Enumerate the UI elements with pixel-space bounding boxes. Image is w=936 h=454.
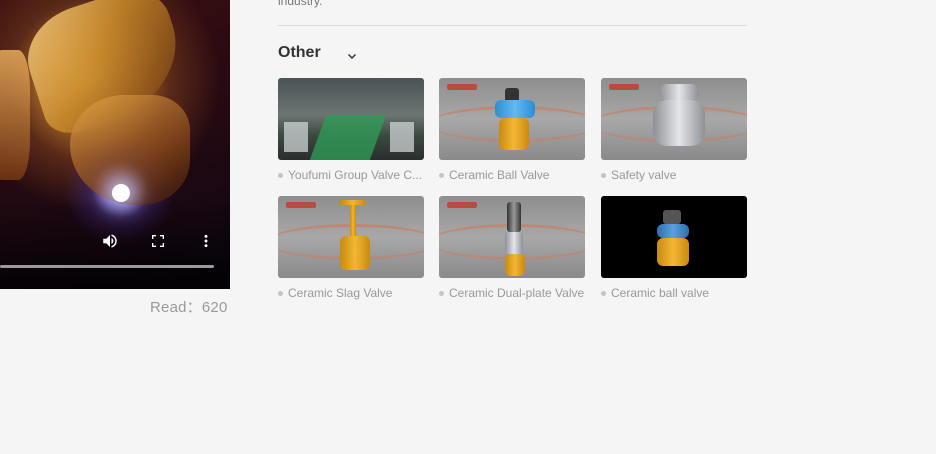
video-frame-art	[70, 95, 190, 205]
product-thumbnail[interactable]	[439, 196, 585, 278]
product-card[interactable]: Safety valve	[601, 78, 747, 182]
bullet-icon	[439, 172, 444, 178]
bullet-icon	[439, 290, 444, 296]
video-frame-art	[0, 50, 30, 180]
product-thumbnail[interactable]	[601, 78, 747, 160]
product-caption[interactable]: Youfumi Group Valve C...	[278, 168, 424, 182]
product-caption[interactable]: Ceramic Dual-plate Valve	[439, 286, 585, 300]
product-thumbnail[interactable]	[601, 196, 747, 278]
more-options-icon[interactable]	[197, 232, 215, 250]
product-card[interactable]: Ceramic ball valve	[601, 196, 747, 300]
fullscreen-icon[interactable]	[149, 232, 167, 250]
volume-icon[interactable]	[101, 232, 119, 250]
product-card[interactable]: Ceramic Ball Valve	[439, 78, 585, 182]
product-thumbnail[interactable]	[278, 78, 424, 160]
product-card[interactable]: Youfumi Group Valve C...	[278, 78, 424, 182]
bullet-icon	[278, 172, 283, 178]
product-card[interactable]: Ceramic Slag Valve	[278, 196, 424, 300]
bullet-icon	[278, 290, 283, 296]
product-thumbnail[interactable]	[439, 78, 585, 160]
bullet-icon	[601, 290, 606, 296]
section-title: Other	[278, 44, 321, 61]
product-card[interactable]: Ceramic Dual-plate Valve	[439, 196, 585, 300]
video-player[interactable]	[0, 0, 230, 289]
chevron-down-icon[interactable]	[347, 48, 357, 60]
product-caption[interactable]: Ceramic Ball Valve	[439, 168, 585, 182]
product-caption[interactable]: Safety valve	[601, 168, 747, 182]
bullet-icon	[601, 172, 606, 178]
product-caption[interactable]: Ceramic ball valve	[601, 286, 747, 300]
intro-text: industry.	[278, 0, 323, 8]
product-thumbnail[interactable]	[278, 196, 424, 278]
divider	[278, 25, 747, 26]
product-caption[interactable]: Ceramic Slag Valve	[278, 286, 424, 300]
progress-bar[interactable]	[0, 265, 214, 268]
read-count: Read：620	[150, 299, 228, 316]
